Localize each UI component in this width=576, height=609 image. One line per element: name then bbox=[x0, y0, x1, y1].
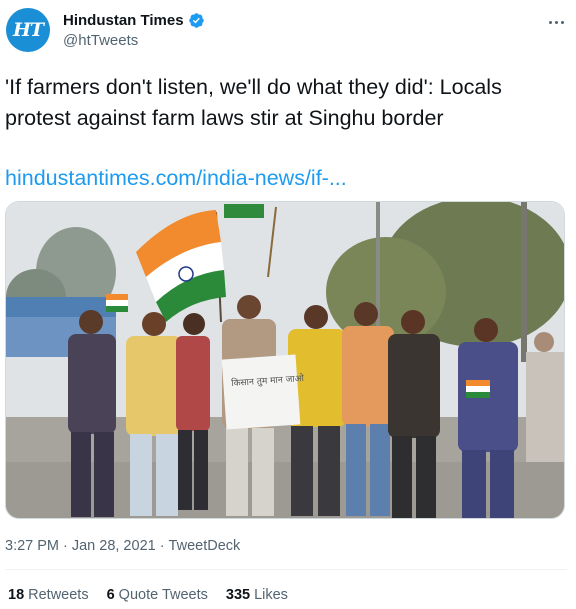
meta-separator: · bbox=[159, 538, 165, 554]
dot bbox=[554, 20, 558, 24]
tweet-text: 'If farmers don't listen, we'll do what … bbox=[5, 75, 502, 130]
display-name[interactable]: Hindustan Times bbox=[63, 11, 184, 30]
divider bbox=[5, 569, 567, 570]
stat-quote-tweets[interactable]: 6 Quote Tweets bbox=[107, 586, 208, 604]
avatar[interactable]: HT bbox=[6, 8, 50, 52]
stat-likes[interactable]: 335 Likes bbox=[226, 586, 288, 604]
meta-separator: · bbox=[63, 538, 68, 554]
tweet-time[interactable]: 3:27 PM bbox=[5, 538, 59, 554]
tweet-source[interactable]: TweetDeck bbox=[169, 538, 241, 554]
account-display-name-row[interactable]: Hindustan Times bbox=[63, 11, 205, 30]
tweet-photo[interactable]: किसान तुम मान जाओ bbox=[5, 201, 565, 519]
tweet-date[interactable]: Jan 28, 2021 bbox=[72, 538, 156, 554]
stat-retweets[interactable]: 18 Retweets bbox=[8, 586, 89, 604]
tweet-card: HT Hindustan Times @htTweets 'If farmers… bbox=[0, 0, 576, 609]
handle[interactable]: @htTweets bbox=[63, 31, 205, 50]
protest-photo: किसान तुम मान जाओ bbox=[6, 202, 564, 518]
tweet-link[interactable]: hindustantimes.com/india-news/if-... bbox=[5, 163, 347, 193]
dot bbox=[560, 20, 564, 24]
tweet-header: HT Hindustan Times @htTweets bbox=[6, 8, 570, 54]
tweet-meta: 3:27 PM · Jan 28, 2021 · TweetDeck bbox=[5, 537, 240, 555]
account-names: Hindustan Times @htTweets bbox=[63, 11, 205, 50]
verified-badge-icon bbox=[188, 13, 204, 28]
tweet-stats: 18 Retweets 6 Quote Tweets 335 Likes bbox=[8, 586, 306, 604]
more-options-icon[interactable] bbox=[544, 12, 568, 32]
dot bbox=[548, 20, 552, 24]
